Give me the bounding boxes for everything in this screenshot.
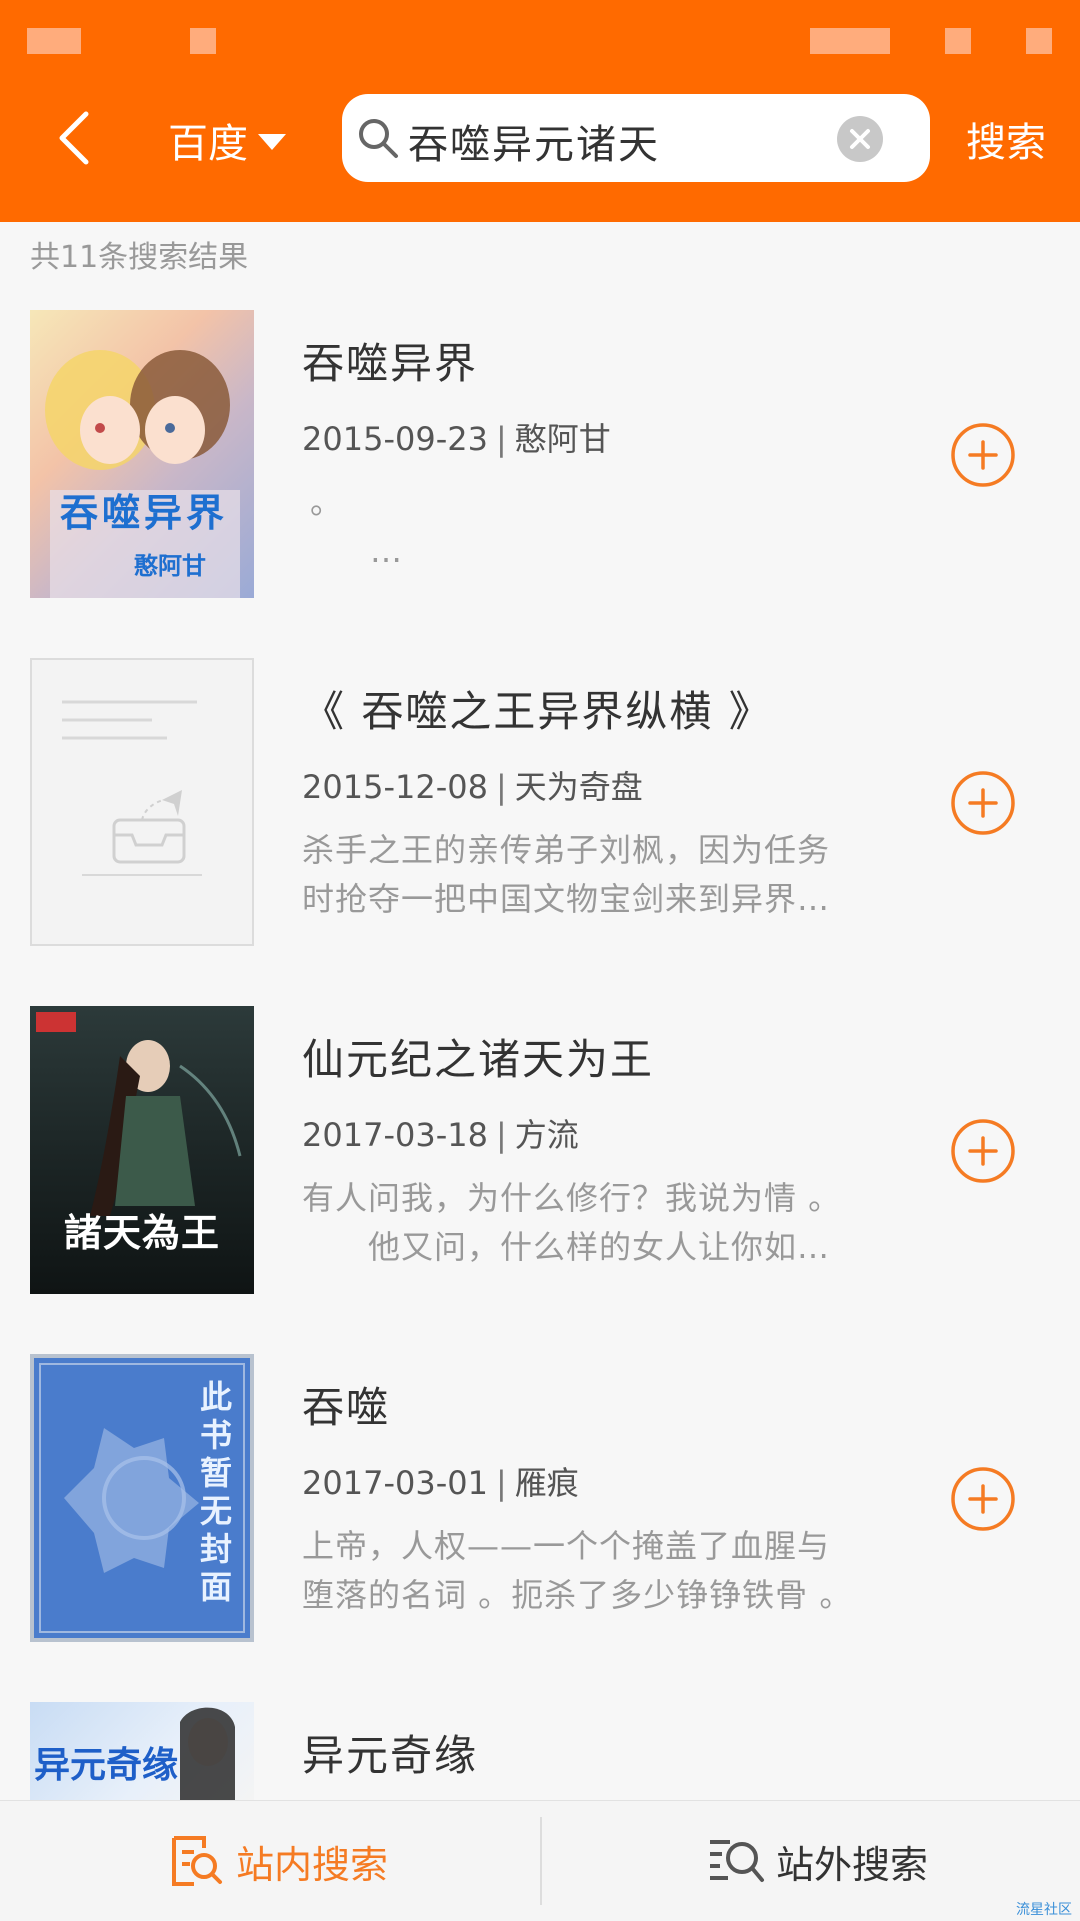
status-block <box>190 28 216 54</box>
bottom-tab-bar: 站内搜索 站外搜索 流星社区 <box>0 1800 1080 1921</box>
book-date: 2015-09-23 <box>302 420 488 458</box>
search-engine-select[interactable]: 百度 <box>168 110 286 170</box>
book-title[interactable]: 《 吞噬之王异界纵横 》 <box>302 678 773 739</box>
search-icon <box>359 119 398 158</box>
placeholder-cover-icon <box>62 700 202 876</box>
desc-line: 堕落的名词 。扼杀了多少铮铮铁骨 。 <box>302 1576 853 1614</box>
book-title[interactable]: 吞噬 <box>302 1374 390 1435</box>
chevron-left-icon <box>59 111 89 165</box>
result-count: 共11条搜索结果 <box>30 240 249 275</box>
cover-title: 此书暂无封面 <box>200 1378 233 1606</box>
search-button[interactable]: 搜索 <box>966 110 1046 168</box>
add-to-shelf-icon[interactable] <box>950 1118 1016 1184</box>
cover-title: 吞噬异界 <box>60 491 229 535</box>
book-meta: 2015-09-23 | 憨阿甘 <box>302 414 611 460</box>
external-search-icon <box>710 1840 764 1882</box>
book-date: 2017-03-18 <box>302 1116 488 1154</box>
search-engine-label: 百度 <box>168 121 248 167</box>
book-author: 方流 <box>514 1116 579 1154</box>
book-description: 上帝，人权——一个个掩盖了血腥与 堕落的名词 。扼杀了多少铮铮铁骨 。 <box>302 1522 882 1620</box>
status-block <box>810 28 890 54</box>
clear-icon[interactable] <box>837 116 883 162</box>
tab-internal-label: 站内搜索 <box>236 1842 389 1887</box>
list-item[interactable]: 《 吞噬之王异界纵横 》 2015-12-08 | 天为奇盘 杀手之王的亲传弟子刘枫… <box>0 658 1080 948</box>
meta-separator: | <box>495 768 507 806</box>
desc-line: 杀手之王的亲传弟子刘枫，因为任务 <box>302 831 831 869</box>
cover-title: 諸天為王 <box>64 1210 221 1255</box>
watermark: 流星社区 <box>1016 1902 1072 1918</box>
book-cover-placeholder[interactable] <box>30 658 254 946</box>
search-box[interactable]: 吞噬异元诸天 <box>342 94 930 182</box>
cover-title: 异元奇缘 <box>34 1745 179 1786</box>
book-date: 2015-12-08 <box>302 768 488 806</box>
tab-divider <box>540 1817 542 1905</box>
list-item[interactable]: 諸天為王 仙元纪之诸天为王 2017-03-18 | 方流 有人问我，为什么修行？我… <box>0 1006 1080 1296</box>
caret-down-icon <box>258 134 286 150</box>
list-item[interactable]: 吞噬异界 憨阿甘 吞噬异界 2015-09-23 | 憨阿甘 。 … <box>0 310 1080 600</box>
book-meta: 2015-12-08 | 天为奇盘 <box>302 762 643 808</box>
book-title[interactable]: 仙元纪之诸天为王 <box>302 1026 654 1087</box>
top-bar: 百度 吞噬异元诸天 搜索 <box>0 0 1080 222</box>
desc-line: 时抢夺一把中国文物宝剑来到异界… <box>302 880 831 918</box>
book-title[interactable]: 异元奇缘 <box>302 1722 478 1783</box>
book-cover[interactable]: 吞噬异界 憨阿甘 <box>30 310 254 598</box>
desc-line: … <box>370 532 403 570</box>
desc-line: 。 <box>310 483 344 521</box>
book-description: 有人问我，为什么修行？我说为情 。 他又问，什么样的女人让你如… <box>302 1174 882 1272</box>
status-block <box>27 28 81 54</box>
book-cover-default[interactable]: 此书暂无封面 <box>30 1354 254 1642</box>
internal-search-icon <box>172 1836 222 1886</box>
status-block <box>1026 28 1052 54</box>
cover-author: 憨阿甘 <box>134 552 206 580</box>
book-author: 憨阿甘 <box>514 420 611 458</box>
meta-separator: | <box>495 1116 507 1154</box>
status-block <box>945 28 971 54</box>
tab-internal-search[interactable]: 站内搜索 <box>166 1801 388 1921</box>
book-cover[interactable]: 异元奇缘 <box>30 1702 254 1800</box>
desc-line: 上帝，人权——一个个掩盖了血腥与 <box>302 1527 831 1565</box>
back-button[interactable] <box>50 108 100 168</box>
list-item[interactable]: 此书暂无封面 吞噬 2017-03-01 | 雁痕 上帝，人权——一个个掩盖了血腥与… <box>0 1354 1080 1644</box>
meta-separator: | <box>495 1464 507 1502</box>
book-title[interactable]: 吞噬异界 <box>302 330 478 391</box>
book-description: 杀手之王的亲传弟子刘枫，因为任务 时抢夺一把中国文物宝剑来到异界… <box>302 826 882 924</box>
add-to-shelf-icon[interactable] <box>950 1466 1016 1532</box>
book-cover[interactable]: 諸天為王 <box>30 1006 254 1294</box>
desc-line: 有人问我，为什么修行？我说为情 。 <box>302 1179 842 1217</box>
book-meta: 2017-03-01 | 雁痕 <box>302 1458 579 1504</box>
tab-external-search[interactable]: 站外搜索 <box>706 1801 928 1921</box>
search-input[interactable]: 吞噬异元诸天 <box>408 112 660 170</box>
list-item[interactable]: 异元奇缘 异元奇缘 <box>0 1702 1080 1800</box>
book-author: 雁痕 <box>514 1464 579 1502</box>
book-author: 天为奇盘 <box>514 768 643 806</box>
book-description: 。 … <box>302 478 882 576</box>
tab-external-label: 站外搜索 <box>776 1842 929 1887</box>
add-to-shelf-icon[interactable] <box>950 422 1016 488</box>
desc-line: 他又问，什么样的女人让你如… <box>302 1228 831 1266</box>
add-to-shelf-icon[interactable] <box>950 770 1016 836</box>
book-date: 2017-03-01 <box>302 1464 488 1502</box>
book-meta: 2017-03-18 | 方流 <box>302 1110 579 1156</box>
meta-separator: | <box>495 420 507 458</box>
